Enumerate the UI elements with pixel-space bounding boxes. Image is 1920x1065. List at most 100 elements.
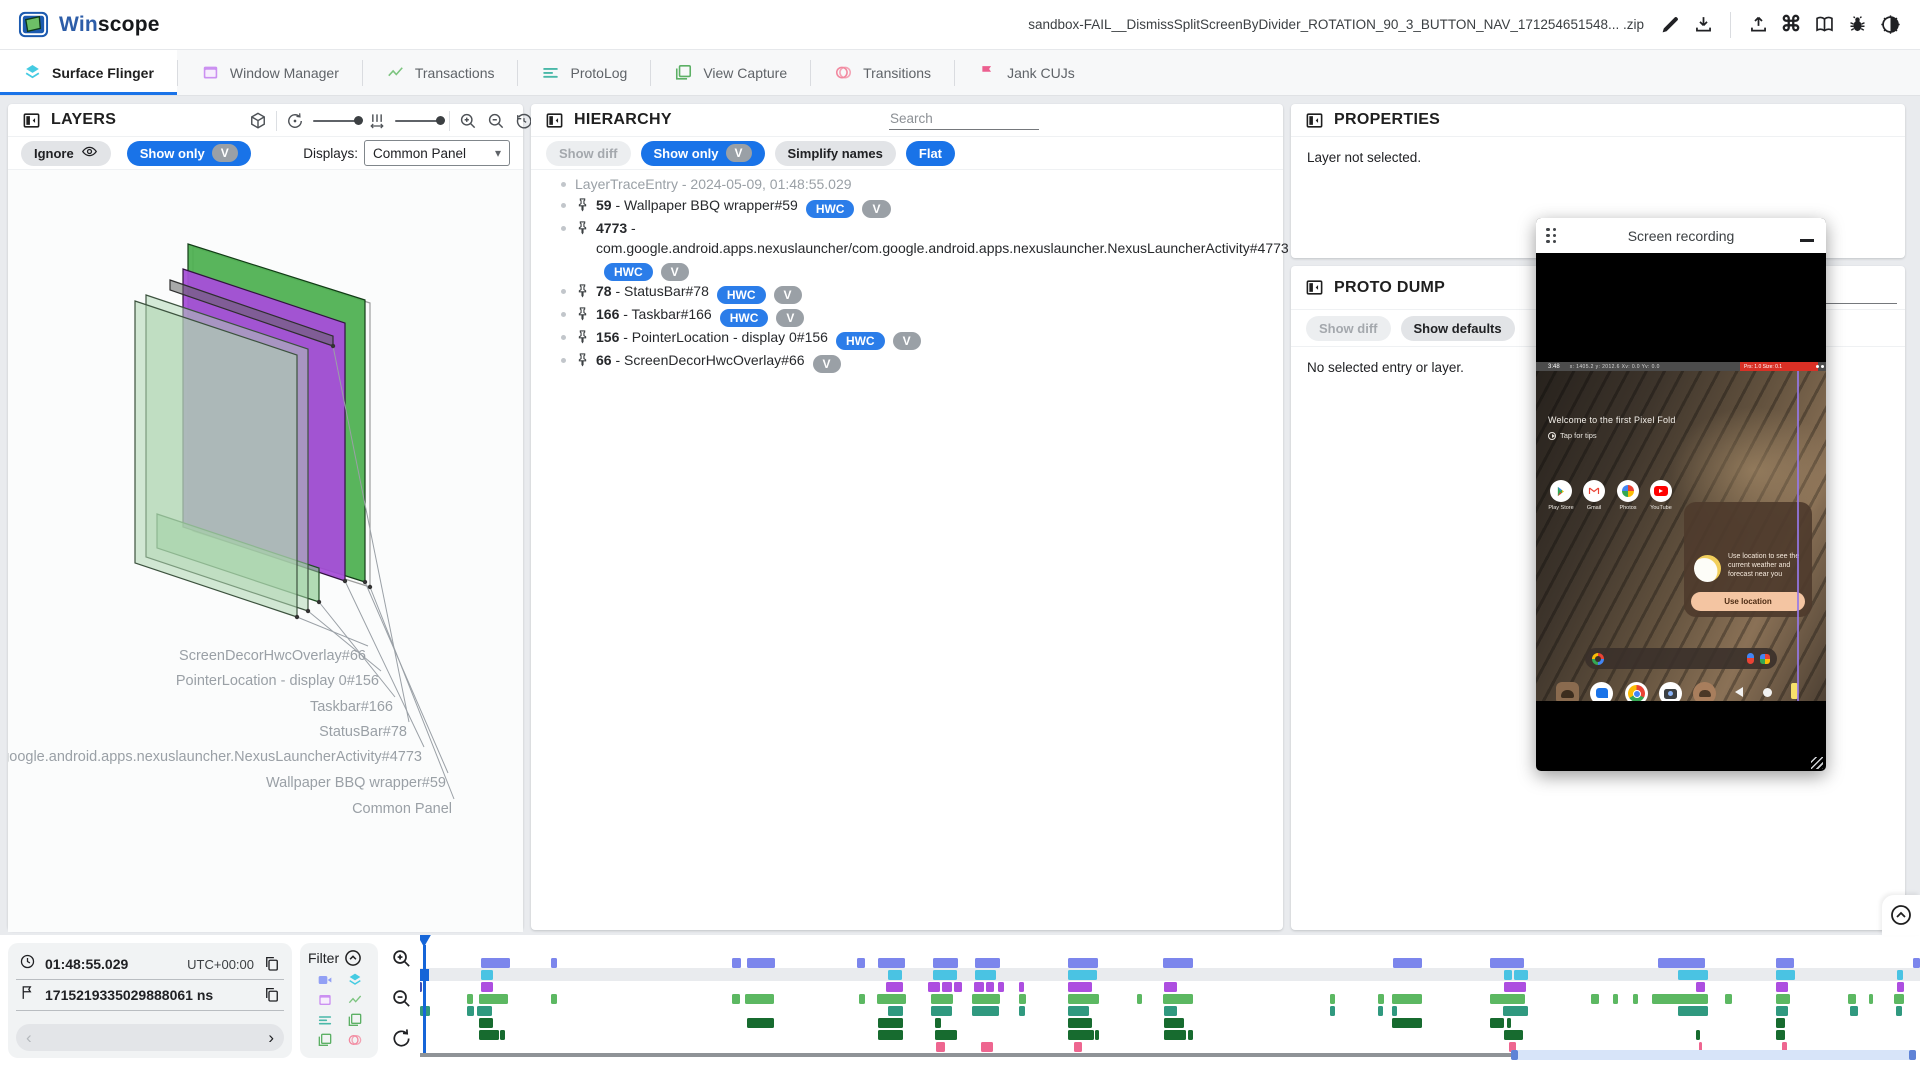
layer-label[interactable]: Taskbar#166: [310, 699, 393, 715]
play-icon: [1548, 432, 1556, 440]
tab-view-capture[interactable]: View Capture: [651, 50, 810, 95]
tree-node[interactable]: 59 - Wallpaper BBQ wrapper#59HWCV: [561, 195, 1267, 218]
upload-icon[interactable]: [1746, 13, 1770, 37]
tree-node[interactable]: 78 - StatusBar#78HWCV: [561, 281, 1267, 304]
panel-collapse-icon[interactable]: [1305, 111, 1324, 130]
timeline-event-surface-flinger: [1504, 970, 1512, 980]
show-only-button[interactable]: Show only V: [127, 141, 251, 166]
layers-3d-canvas[interactable]: ScreenDecorHwcOverlay#66 PointerLocation …: [8, 170, 523, 932]
timeline-event-surface-flinger: [933, 970, 957, 980]
tree-node[interactable]: 156 - PointerLocation - display 0#156HWC…: [561, 327, 1267, 350]
timeline-event-transactions: [1163, 994, 1193, 1004]
3d-view-icon[interactable]: [248, 111, 268, 131]
timeline-event-screen-recording: [857, 958, 865, 968]
tab-jank-cujs[interactable]: Jank CUJs: [955, 50, 1098, 95]
collapse-filter-icon[interactable]: [343, 948, 363, 968]
timeline-zoom-out-icon[interactable]: [390, 987, 413, 1010]
edit-icon[interactable]: [1658, 13, 1682, 37]
layer-spacing-icon[interactable]: [367, 111, 387, 131]
tree-node[interactable]: 66 - ScreenDecorHwcOverlay#66V: [561, 350, 1267, 373]
pointer-crosshair-line: [1797, 371, 1799, 701]
visible-chip: V: [893, 332, 921, 350]
timestamp-value: 01:48:55.029: [45, 956, 128, 972]
tab-label: Surface Flinger: [52, 65, 154, 81]
rotation-slider[interactable]: [313, 120, 359, 122]
copy-icon[interactable]: [263, 955, 281, 973]
report-bug-icon[interactable]: [1845, 13, 1869, 37]
timeline-canvas[interactable]: [420, 935, 1920, 1065]
layer-label[interactable]: ScreenDecorHwcOverlay#66: [179, 648, 366, 664]
timeline-zoom-in-icon[interactable]: [390, 947, 413, 970]
expand-timeline-button[interactable]: [1882, 895, 1920, 935]
download-icon[interactable]: [1691, 13, 1715, 37]
show-only-button[interactable]: Show only V: [641, 141, 765, 166]
app-label: Play Store: [1543, 505, 1579, 511]
pin-icon[interactable]: [575, 329, 590, 349]
panel-collapse-icon[interactable]: [22, 111, 41, 130]
pin-icon[interactable]: [575, 306, 590, 326]
pin-icon[interactable]: [575, 197, 590, 217]
timeline-event-window-manager: [1019, 982, 1024, 992]
displays-select[interactable]: Common Panel ▾: [364, 140, 510, 166]
layers-panel-title: LAYERS: [51, 111, 116, 129]
tree-node[interactable]: 166 - Taskbar#166HWCV: [561, 304, 1267, 327]
hierarchy-search-input[interactable]: [889, 108, 1039, 130]
tree-node[interactable]: 4773 - com.google.android.apps.nexuslaun…: [561, 218, 1267, 281]
panel-collapse-icon[interactable]: [1305, 278, 1324, 297]
filter-surface-flinger-icon[interactable]: [347, 972, 363, 988]
window-manager-icon: [201, 63, 220, 82]
flat-button[interactable]: Flat: [906, 141, 955, 166]
filter-window-manager-icon[interactable]: [317, 992, 333, 1008]
timeline-event-window-manager: [1696, 982, 1705, 992]
show-diff-button[interactable]: Show diff: [1306, 316, 1391, 341]
layer-label[interactable]: Wallpaper BBQ wrapper#59: [266, 775, 446, 791]
filter-transactions-icon[interactable]: [347, 992, 363, 1008]
copy-icon[interactable]: [263, 986, 281, 1004]
panel-collapse-icon[interactable]: [545, 111, 564, 130]
dark-mode-icon[interactable]: [1878, 13, 1902, 37]
minimize-icon[interactable]: [1798, 227, 1816, 245]
eye-icon: [81, 143, 98, 163]
filter-protolog-icon[interactable]: [317, 1012, 333, 1028]
phone-tips-text: Tap for tips: [1548, 431, 1597, 440]
timeline-event-transactions: [1330, 994, 1335, 1004]
spacing-slider[interactable]: [395, 120, 441, 122]
tab-surface-flinger[interactable]: Surface Flinger: [0, 50, 177, 95]
screen-recording-drag-handle[interactable]: Screen recording: [1536, 218, 1826, 253]
top-bar: Winscope sandbox-FAIL__DismissSplitScree…: [0, 0, 1920, 50]
tab-protolog[interactable]: ProtoLog: [518, 50, 650, 95]
tab-transactions[interactable]: Transactions: [363, 50, 518, 95]
layer-label[interactable]: StatusBar#78: [319, 724, 407, 740]
filter-view-capture-icon[interactable]: [317, 1032, 333, 1048]
window-resize-handle[interactable]: [1811, 757, 1823, 769]
show-defaults-button[interactable]: Show defaults: [1401, 316, 1515, 341]
pin-icon[interactable]: [575, 220, 590, 240]
filter-view-capture-icon[interactable]: [347, 1012, 363, 1028]
tree-root-entry[interactable]: LayerTraceEntry - 2024-05-09, 01:48:55.0…: [561, 174, 1267, 195]
pin-icon[interactable]: [575, 352, 590, 372]
pin-icon[interactable]: [575, 283, 590, 303]
shortcuts-icon[interactable]: ⌘: [1779, 13, 1803, 37]
tree-bullet-icon: [561, 335, 566, 340]
rotation-icon[interactable]: [285, 111, 305, 131]
tab-transitions[interactable]: Transitions: [811, 50, 954, 95]
ignore-button[interactable]: Ignore: [21, 141, 111, 166]
previous-entry-button[interactable]: ‹: [26, 1029, 32, 1046]
layer-label[interactable]: google.android.apps.nexuslauncher.NexusL…: [8, 749, 422, 765]
timeline-event-transactions: [972, 994, 1000, 1004]
layer-label[interactable]: Common Panel: [352, 801, 452, 817]
next-entry-button[interactable]: ›: [268, 1029, 274, 1046]
filter-transitions-icon[interactable]: [347, 1032, 363, 1048]
tab-window-manager[interactable]: Window Manager: [178, 50, 362, 95]
zoom-in-icon[interactable]: [458, 111, 478, 131]
layer-label[interactable]: PointerLocation - display 0#156: [176, 673, 379, 689]
simplify-names-button[interactable]: Simplify names: [775, 141, 896, 166]
zoom-out-icon[interactable]: [486, 111, 506, 131]
timeline-reset-zoom-icon[interactable]: [390, 1027, 413, 1050]
timeline-zoom-range[interactable]: [1511, 1050, 1916, 1060]
documentation-icon[interactable]: [1812, 13, 1836, 37]
phone-status-bar: 3:48 x: 1405.2 y: 2012.6 Xv: 0.0 Yv: 0.0…: [1536, 362, 1826, 371]
filter-screen-recording-icon[interactable]: [317, 972, 333, 988]
topbar-actions: ⌘: [1658, 12, 1902, 38]
show-diff-button[interactable]: Show diff: [546, 141, 631, 166]
